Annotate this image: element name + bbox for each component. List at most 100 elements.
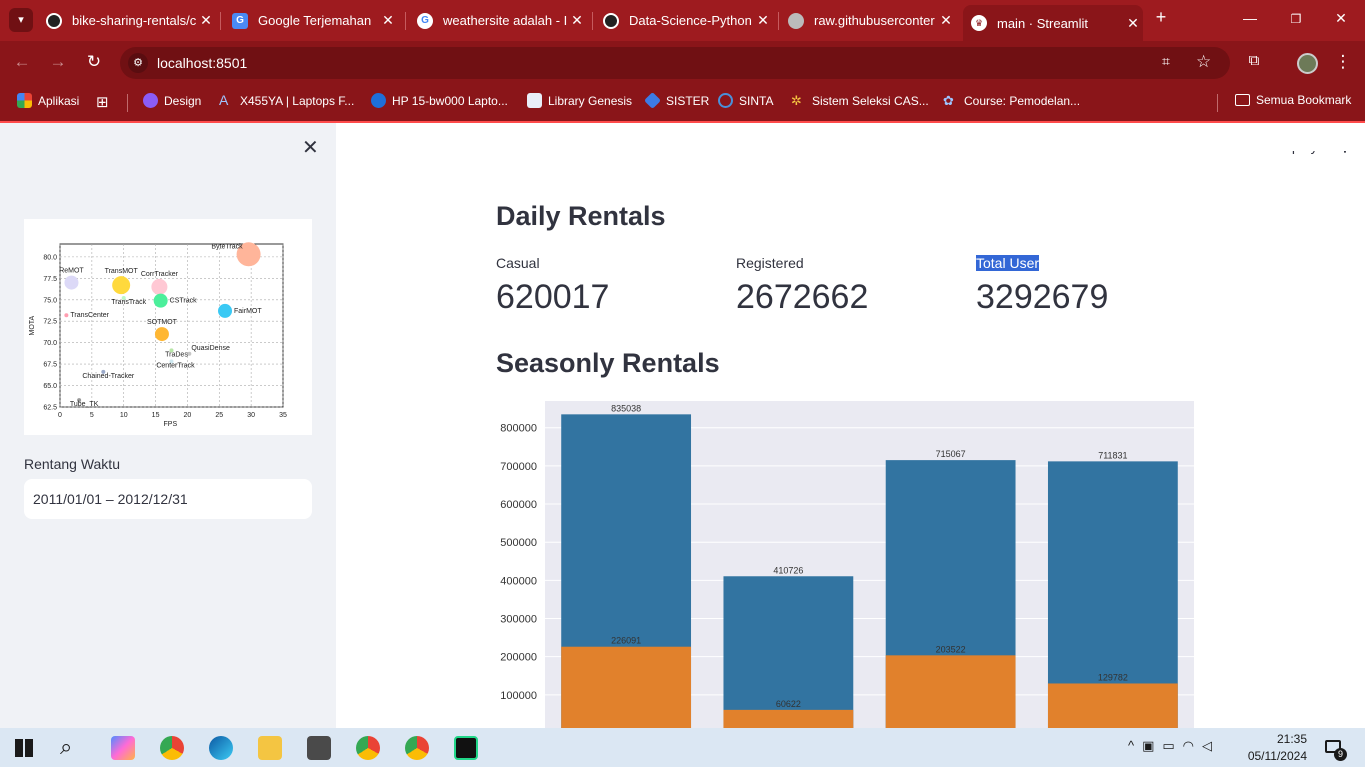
scatter-point xyxy=(112,276,131,295)
date-range-label: Rentang Waktu xyxy=(24,456,120,472)
bookmark-hp[interactable]: HP 15-bw000 Lapto... xyxy=(371,93,508,108)
windows-start-icon[interactable] xyxy=(15,739,33,757)
bar-value-label: 129782 xyxy=(1098,672,1128,682)
point-label: Tube_TK xyxy=(70,401,99,408)
x-tick-label: 30 xyxy=(247,412,255,419)
close-icon[interactable]: ✕ xyxy=(753,12,773,29)
notification-badge: 9 xyxy=(1334,748,1347,761)
book-icon xyxy=(527,93,542,108)
bar-value-label: 410726 xyxy=(773,565,803,575)
asus-icon: A xyxy=(219,92,229,108)
profile-avatar[interactable] xyxy=(1297,53,1318,74)
x-axis-label: FPS xyxy=(164,421,178,428)
bookmark-apps[interactable]: Aplikasi xyxy=(17,93,79,108)
search-icon[interactable]: ⌕ xyxy=(60,734,72,760)
file-explorer-icon[interactable] xyxy=(258,736,282,760)
translate-icon[interactable]: ⌗ xyxy=(1162,53,1170,70)
new-tab-icon[interactable]: + xyxy=(1151,7,1171,28)
scatter-point xyxy=(218,303,233,318)
tab-search-icon[interactable]: ▾ xyxy=(9,8,33,32)
y-tick-label: 77.5 xyxy=(43,276,57,283)
tab-title: main · Streamlit xyxy=(997,15,1089,31)
tab-2[interactable]: G weathersite adalah - I ✕ xyxy=(417,6,587,35)
chrome-active-icon[interactable] xyxy=(405,736,429,760)
bookmark-libgen[interactable]: Library Genesis xyxy=(527,93,632,108)
site-info-icon[interactable]: ⚙ xyxy=(128,53,148,73)
chrome-profile-icon[interactable] xyxy=(356,736,380,760)
tab-title: bike-sharing-rentals/c xyxy=(72,13,196,28)
system-tray-icons[interactable]: ^▣▭◠◁ xyxy=(1128,738,1220,754)
scatter-point xyxy=(154,327,169,342)
chrome-icon[interactable] xyxy=(160,736,184,760)
bookmark-x455ya[interactable]: A X455YA | Laptops F... xyxy=(219,93,354,108)
bookmark-sinta[interactable]: SINTA xyxy=(718,93,773,108)
scatter-point xyxy=(151,278,168,295)
apps-grid-icon xyxy=(17,93,32,108)
extensions-icon[interactable]: ⧉ xyxy=(1243,52,1265,69)
y-tick-label: 62.5 xyxy=(43,405,57,412)
forward-icon[interactable]: → xyxy=(47,52,69,72)
restore-icon[interactable]: ❐ xyxy=(1286,12,1306,26)
course-icon: ✿ xyxy=(943,93,954,108)
tab-0[interactable]: bike-sharing-rentals/c ✕ xyxy=(46,6,216,35)
close-icon[interactable]: ✕ xyxy=(936,12,956,29)
bookmark-seleksi[interactable]: ✲ Sistem Seleksi CAS... xyxy=(791,93,929,108)
bookmark-design[interactable]: Design xyxy=(143,93,201,108)
bookmark-course[interactable]: ✿ Course: Pemodelan... xyxy=(943,93,1080,108)
minimize-icon[interactable]: — xyxy=(1240,10,1260,26)
bookmark-label: Aplikasi xyxy=(38,93,80,108)
date-range-value: 2011/01/01 – 2012/12/31 xyxy=(33,491,188,507)
clock-date[interactable]: 05/11/2024 xyxy=(1245,749,1307,763)
point-label: CorrTracker xyxy=(141,271,179,278)
reload-icon[interactable]: ↻ xyxy=(83,52,105,72)
seasonly-rentals-heading: Seasonly Rentals xyxy=(496,348,720,378)
scatter-point xyxy=(153,293,168,308)
sublime-icon[interactable] xyxy=(307,736,331,760)
google-translate-icon: G xyxy=(232,12,248,29)
tab-5-active[interactable]: ♛ main · Streamlit ✕ xyxy=(963,5,1143,41)
close-window-icon[interactable]: ✕ xyxy=(1331,10,1351,27)
date-range-input[interactable]: 2011/01/01 – 2012/12/31 xyxy=(24,479,312,519)
star-icon[interactable]: ☆ xyxy=(1196,52,1211,72)
bar xyxy=(885,655,1016,728)
point-label: SOTMOT xyxy=(147,319,178,326)
y-tick-label: 65.0 xyxy=(43,383,57,390)
back-icon[interactable]: ← xyxy=(11,52,33,72)
close-icon[interactable]: ✕ xyxy=(378,12,398,29)
folder-icon xyxy=(1235,94,1250,106)
clock-time[interactable]: 21:35 xyxy=(1245,732,1307,746)
sidebar: ✕ 0 5 10 15 20 25 30 35 80.0 77.5 75.0 72.5 70.0 67.5… xyxy=(0,123,336,728)
bookmark-label: Design xyxy=(164,93,202,108)
point-label: TraDes xyxy=(165,351,188,358)
star-burst-icon: ✲ xyxy=(791,93,802,108)
bookmark-sister[interactable]: SISTER xyxy=(644,92,709,109)
close-icon[interactable]: ✕ xyxy=(1123,15,1143,32)
tab-1[interactable]: G Google Terjemahan ✕ xyxy=(232,6,398,35)
close-icon[interactable]: ✕ xyxy=(567,12,587,29)
x-tick-label: 25 xyxy=(215,412,223,419)
y-axis-label: MOTA xyxy=(29,315,36,335)
url-bar[interactable]: ⚙ localhost:8501 ⌗ ☆ xyxy=(120,47,1230,79)
point-label: TransMOT xyxy=(105,268,139,275)
tab-title: Data-Science-Python xyxy=(629,13,752,28)
menu-kebab-icon[interactable]: ⋮ xyxy=(1332,52,1354,72)
close-icon[interactable]: ✕ xyxy=(196,12,216,29)
bar xyxy=(561,646,692,728)
pycharm-icon[interactable] xyxy=(454,736,478,760)
main-content: Deploy ⋮ Bike Rentals Dashboard Daily Re… xyxy=(336,123,1365,728)
bar-value-label: 203522 xyxy=(936,644,966,654)
bar-value-label: 715067 xyxy=(936,449,966,459)
mot-scatter-plot: 0 5 10 15 20 25 30 35 80.0 77.5 75.0 72.5 70.0 67.5 65… xyxy=(29,242,287,428)
streamlit-icon: ♛ xyxy=(971,15,987,31)
tab-groups-icon[interactable]: ⊞ xyxy=(96,93,109,111)
x-tick-label: 35 xyxy=(279,412,287,419)
close-sidebar-icon[interactable]: ✕ xyxy=(302,135,319,160)
tab-4[interactable]: raw.githubuserconter ✕ xyxy=(788,6,956,35)
all-bookmarks[interactable]: Semua Bookmark xyxy=(1235,93,1351,107)
tab-3[interactable]: Data-Science-Python ✕ xyxy=(603,6,773,35)
copilot-icon[interactable] xyxy=(111,736,135,760)
edge-icon[interactable] xyxy=(209,736,233,760)
y-tick-label: 500000 xyxy=(500,537,537,549)
design-icon xyxy=(143,93,158,108)
bookmark-label: Library Genesis xyxy=(548,93,633,108)
